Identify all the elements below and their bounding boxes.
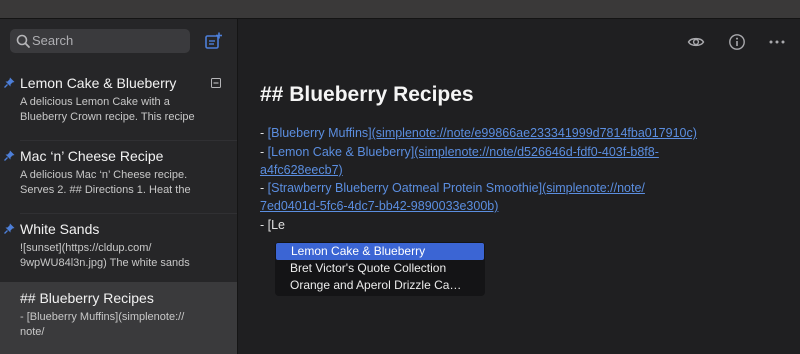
autocomplete-item[interactable]: Bret Victor's Quote Collection (275, 260, 485, 277)
note-link-url[interactable]: (simplenote://note/ (542, 181, 645, 195)
note-list-item[interactable]: White Sands ![sunset](https://cldup.com/… (0, 213, 237, 286)
search-placeholder: Search (32, 33, 74, 48)
note-link-url[interactable]: (simplenote://note/d526646d-fdf0-403f-b8… (414, 145, 659, 159)
note-editor[interactable]: ## Blueberry Recipes - [Blueberry Muffin… (238, 19, 800, 354)
pin-icon[interactable] (4, 223, 15, 234)
checklist-icon (211, 78, 221, 88)
autocomplete-item[interactable]: Orange and Aperol Drizzle Ca… (275, 277, 485, 294)
note-link-text[interactable]: [Lemon Cake & Blueberry] (268, 145, 415, 159)
new-note-icon[interactable] (203, 31, 223, 51)
note-link-text[interactable]: [Blueberry Muffins] (268, 126, 372, 140)
note-list-item[interactable]: Lemon Cake & Blueberry A delicious Lemon… (0, 67, 237, 140)
pin-icon[interactable] (4, 150, 15, 161)
note-title: Lemon Cake & Blueberry (20, 75, 177, 91)
note-title: ## Blueberry Recipes (20, 290, 154, 306)
note-excerpt: A delicious Lemon Cake with a Blueberry … (20, 96, 195, 123)
note-link-url[interactable]: 7ed0401d-5fc6-4dc7-bb42-9890033e300b) (260, 199, 498, 213)
note-heading: ## Blueberry Recipes (260, 83, 474, 106)
note-list-sidebar: Search Lemon Cake & Blueberry A deliciou… (0, 19, 238, 354)
note-link-url[interactable]: (simplenote://note/e99866ae233341999d781… (372, 126, 697, 140)
note-line-continued: a4fc628eecb7) (260, 163, 343, 177)
note-line: - [Blueberry Muffins](simplenote://note/… (260, 126, 697, 140)
note-list-item[interactable]: Mac ‘n’ Cheese Recipe A delicious Mac ‘n… (0, 140, 237, 213)
note-line: - [Strawberry Blueberry Oatmeal Protein … (260, 181, 645, 195)
note-list-item-selected[interactable]: ## Blueberry Recipes - [Blueberry Muffin… (0, 282, 237, 354)
pin-icon[interactable] (4, 77, 15, 88)
note-title: White Sands (20, 221, 100, 237)
note-link-text[interactable]: [Strawberry Blueberry Oatmeal Protein Sm… (268, 181, 542, 195)
note-line: - [Lemon Cake & Blueberry](simplenote://… (260, 145, 659, 159)
note-line-continued: 7ed0401d-5fc6-4dc7-bb42-9890033e300b) (260, 199, 498, 213)
search-icon (16, 34, 30, 48)
preview-eye-icon[interactable] (687, 33, 705, 51)
note-line-typing[interactable]: - [Le (260, 218, 285, 232)
search-field[interactable]: Search (10, 29, 190, 53)
more-icon[interactable] (768, 33, 786, 51)
note-excerpt: A delicious Mac ‘n’ Cheese recipe. Serve… (20, 169, 191, 196)
info-icon[interactable] (728, 33, 746, 51)
note-link-url[interactable]: a4fc628eecb7) (260, 163, 343, 177)
note-title: Mac ‘n’ Cheese Recipe (20, 148, 164, 164)
autocomplete-item[interactable]: Lemon Cake & Blueberry (276, 243, 484, 260)
window-titlebar (0, 0, 800, 19)
note-excerpt: ![sunset](https://cldup.com/ 9wpWU84l3n.… (20, 242, 190, 269)
autocomplete-menu: Lemon Cake & Blueberry Bret Victor's Quo… (275, 242, 485, 296)
note-excerpt: - [Blueberry Muffins](simplenote:// note… (20, 311, 185, 338)
